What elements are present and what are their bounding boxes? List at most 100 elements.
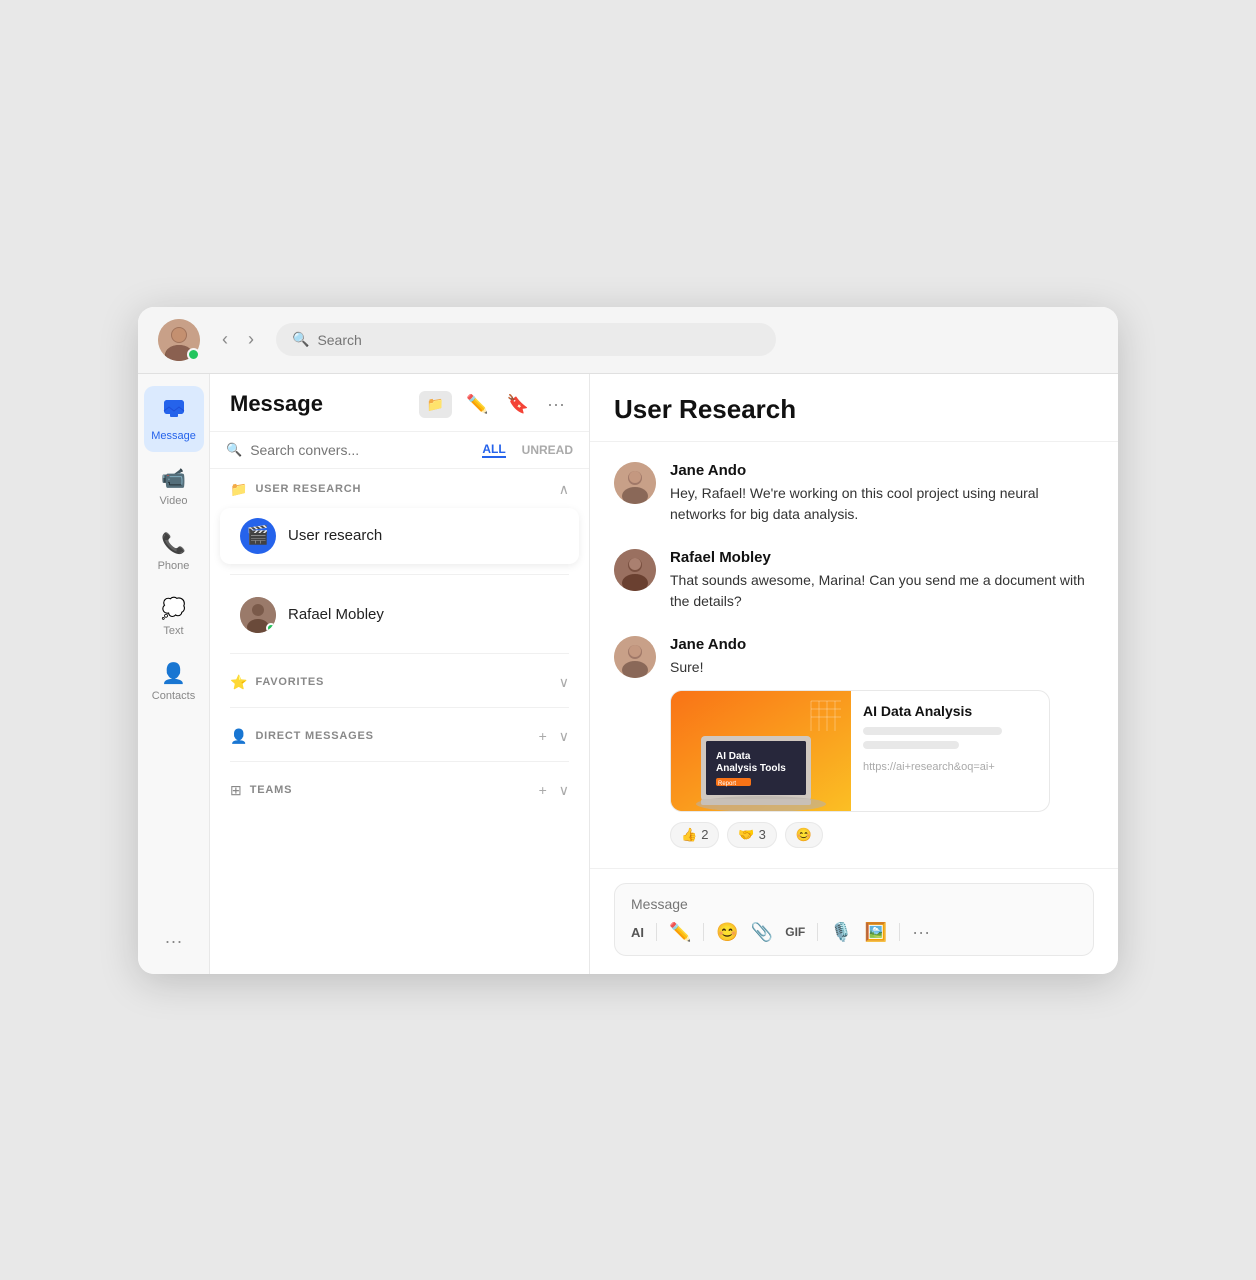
emoji-button[interactable]: 😊 (716, 922, 738, 943)
image-button[interactable]: 🖼️ (865, 922, 887, 943)
messages-area: Jane Ando Hey, Rafael! We're working on … (590, 442, 1118, 868)
search-icon: 🔍 (292, 331, 309, 348)
conv-name-rafael: Rafael Mobley (288, 606, 384, 623)
chevron-down-icon-dm[interactable]: ∨ (559, 728, 569, 745)
message-list-panel: Message 📁 ✏️ 🔖 ··· 🔍 ALL UNREAD 📁 USER R… (210, 374, 590, 974)
toolbar-divider-3 (817, 923, 818, 941)
msg-avatar-jane-2 (614, 636, 656, 678)
panel-title: Message (230, 391, 409, 417)
message-input-box: AI ✏️ 😊 📎 GIF 🎙️ 🖼️ ··· (614, 883, 1094, 956)
more-button[interactable]: ··· (155, 921, 193, 962)
smile-icon: 😊 (796, 827, 812, 843)
message-input[interactable] (631, 896, 1077, 912)
msg-avatar-jane-1 (614, 462, 656, 504)
conv-item-rafael[interactable]: Rafael Mobley (220, 587, 579, 643)
filter-all[interactable]: ALL (482, 442, 505, 458)
compose-button[interactable]: ✏️ (462, 390, 492, 419)
chat-panel: User Research Jane Ando (590, 374, 1118, 974)
more-tools-button[interactable]: ··· (912, 922, 930, 943)
conv-name-user-research: User research (288, 527, 382, 544)
conv-item-user-research[interactable]: 🎬 User research (220, 508, 579, 564)
handshake-count: 3 (759, 827, 766, 842)
message-icon (162, 396, 186, 426)
link-preview-title: AI Data Analysis (863, 703, 1037, 719)
sidebar-item-contacts[interactable]: 👤 Contacts (144, 651, 204, 712)
msg-text-rafael: That sounds awesome, Marina! Can you sen… (670, 570, 1094, 612)
gif-button[interactable]: GIF (785, 925, 805, 939)
msg-content-rafael: Rafael Mobley That sounds awesome, Marin… (670, 549, 1094, 612)
message-row-2: Rafael Mobley That sounds awesome, Marin… (614, 549, 1094, 612)
search-conv-input[interactable] (250, 442, 474, 458)
filter-unread[interactable]: UNREAD (522, 442, 573, 458)
forward-button[interactable]: › (242, 327, 260, 352)
chat-header: User Research (590, 374, 1118, 442)
reaction-handshake[interactable]: 🤝 3 (727, 822, 776, 848)
video-icon: 📹 (161, 466, 186, 491)
favorites-label: FAVORITES (255, 676, 550, 688)
section-divider-4 (230, 761, 569, 762)
dm-label: DIRECT MESSAGES (255, 730, 530, 742)
pen-tool-button[interactable]: ✏️ (669, 922, 691, 943)
handshake-icon: 🤝 (738, 827, 754, 843)
search-conv-icon: 🔍 (226, 442, 242, 458)
link-preview-bars (863, 727, 1037, 749)
sidebar-item-message[interactable]: Message (144, 386, 204, 452)
sidebar-item-video-label: Video (160, 495, 188, 507)
sidebar-item-text[interactable]: 💭 Text (144, 586, 204, 647)
input-toolbar: AI ✏️ 😊 📎 GIF 🎙️ 🖼️ ··· (631, 922, 1077, 943)
group-dm-header: 👤 DIRECT MESSAGES + ∨ (210, 716, 589, 753)
thumbsup-icon: 👍 (681, 827, 697, 843)
audio-button[interactable]: 🎙️ (830, 922, 852, 943)
link-bar-2 (863, 741, 959, 749)
sidebar-item-contacts-label: Contacts (152, 690, 195, 702)
group-teams-header: ⊞ TEAMS + ∨ (210, 770, 589, 807)
contacts-icon: 👤 (161, 661, 186, 686)
msg-text-jane-2: Sure! (670, 657, 1094, 678)
msg-sender-jane-2: Jane Ando (670, 636, 1094, 653)
svg-text:Report: Report (718, 781, 736, 787)
group-favorites-header: ⭐ FAVORITES ∨ (210, 662, 589, 699)
msg-content-jane-2: Jane Ando Sure! (670, 636, 1094, 848)
svg-text:Analysis Tools: Analysis Tools (716, 763, 786, 774)
thumbsup-count: 2 (701, 827, 708, 842)
reaction-thumbsup[interactable]: 👍 2 (670, 822, 719, 848)
person-icon: 👤 (230, 728, 247, 745)
add-dm-icon[interactable]: + (539, 728, 547, 744)
group-user-research: 📁 USER RESEARCH ∧ 🎬 User research (210, 469, 589, 566)
toolbar-divider-1 (656, 923, 657, 941)
search-input[interactable] (317, 332, 760, 348)
more-options-button[interactable]: ··· (543, 390, 569, 419)
svg-text:AI Data: AI Data (716, 751, 751, 762)
toolbar-divider-4 (899, 923, 900, 941)
nav-arrows: ‹ › (216, 327, 260, 352)
folder-icon: 📁 (230, 481, 247, 498)
bookmark-button[interactable]: 🔖 (503, 390, 533, 419)
message-row-3: Jane Ando Sure! (614, 636, 1094, 848)
online-badge (187, 348, 200, 361)
global-search[interactable]: 🔍 (276, 323, 776, 356)
add-teams-icon[interactable]: + (539, 782, 547, 798)
sidebar-item-text-label: Text (163, 625, 183, 637)
ai-tool-button[interactable]: AI (631, 925, 644, 940)
conv-avatar-user-research: 🎬 (240, 518, 276, 554)
conversation-search[interactable]: 🔍 ALL UNREAD (210, 432, 589, 469)
link-preview[interactable]: AI Data Analysis Tools Report (670, 690, 1050, 812)
sidebar-item-video[interactable]: 📹 Video (144, 456, 204, 517)
chevron-down-icon-fav[interactable]: ∨ (559, 674, 569, 691)
attachment-button[interactable]: 📎 (751, 922, 773, 943)
app-window: ‹ › 🔍 Message 📹 (138, 307, 1118, 974)
reaction-smile[interactable]: 😊 (785, 822, 823, 848)
section-divider-2 (230, 653, 569, 654)
text-icon: 💭 (161, 596, 186, 621)
teams-icon: ⊞ (230, 782, 242, 799)
chevron-up-icon[interactable]: ∧ (559, 481, 569, 498)
chat-title: User Research (614, 394, 1094, 425)
user-avatar-container[interactable] (158, 319, 200, 361)
folder-button[interactable]: 📁 (419, 391, 452, 418)
teams-label: TEAMS (250, 784, 531, 796)
filter-tabs: ALL UNREAD (482, 442, 573, 458)
chevron-down-icon-teams[interactable]: ∨ (559, 782, 569, 799)
msg-sender-rafael: Rafael Mobley (670, 549, 1094, 566)
sidebar-item-phone[interactable]: 📞 Phone (144, 521, 204, 582)
back-button[interactable]: ‹ (216, 327, 234, 352)
